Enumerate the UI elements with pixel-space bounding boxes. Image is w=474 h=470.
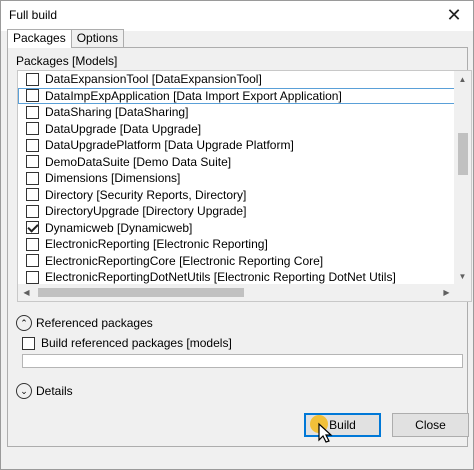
referenced-packages-label: Referenced packages xyxy=(36,316,153,330)
list-item[interactable]: DemoDataSuite [Demo Data Suite] xyxy=(18,154,455,171)
close-icon[interactable]: ✕ xyxy=(443,5,465,27)
vertical-scroll-thumb[interactable] xyxy=(458,133,468,175)
package-label: DataSharing [DataSharing] xyxy=(45,105,189,120)
list-item[interactable]: DataUpgrade [Data Upgrade] xyxy=(18,121,455,138)
scrollbar-corner xyxy=(454,284,471,301)
checkbox[interactable] xyxy=(26,72,39,86)
checked-checkbox[interactable] xyxy=(26,221,39,235)
window-title: Full build xyxy=(9,8,58,22)
chevron-up-icon: ⌃ xyxy=(16,315,32,331)
build-referenced-label: Build referenced packages [models] xyxy=(41,336,232,350)
scroll-up-icon[interactable]: ▲ xyxy=(454,71,471,88)
packages-group-label: Packages [Models] xyxy=(16,54,118,68)
checkbox[interactable] xyxy=(26,171,39,185)
scroll-left-icon[interactable]: ◀ xyxy=(18,284,35,301)
vertical-scrollbar[interactable]: ▲ ▼ xyxy=(454,71,471,285)
scroll-right-icon[interactable]: ▶ xyxy=(438,284,455,301)
package-label: ElectronicReporting [Electronic Reportin… xyxy=(45,237,268,252)
list-item[interactable]: DataSharing [DataSharing] xyxy=(18,104,455,121)
scroll-down-icon[interactable]: ▼ xyxy=(454,268,471,285)
tab-packages[interactable]: Packages xyxy=(7,29,72,48)
checkbox[interactable] xyxy=(26,188,39,202)
checkbox[interactable] xyxy=(26,105,39,119)
checkbox[interactable] xyxy=(26,138,39,152)
checkbox[interactable] xyxy=(26,270,39,284)
package-label: DirectoryUpgrade [Directory Upgrade] xyxy=(45,204,247,219)
checkbox[interactable] xyxy=(26,254,39,268)
package-label: ElectronicReportingDotNetUtils [Electron… xyxy=(45,270,396,285)
package-label: ElectronicReportingCore [Electronic Repo… xyxy=(45,253,324,268)
checkbox[interactable] xyxy=(26,89,39,103)
package-label: DataExpansionTool [DataExpansionTool] xyxy=(45,72,262,87)
full-build-dialog: Full build ✕ Packages Options Packages [… xyxy=(0,0,474,470)
packages-list[interactable]: DataExpansionTool [DataExpansionTool] Dat… xyxy=(17,70,472,302)
packages-panel: Packages [Models] DataExpansionTool [Dat… xyxy=(7,47,472,447)
package-label: DataUpgradePlatform [Data Upgrade Platfo… xyxy=(45,138,294,153)
details-label: Details xyxy=(36,384,73,398)
checkbox[interactable] xyxy=(26,155,39,169)
referenced-packages-expander[interactable]: ⌃ Referenced packages xyxy=(16,315,153,331)
package-label: Directory [Security Reports, Directory] xyxy=(45,187,247,202)
checkbox[interactable] xyxy=(26,122,39,136)
referenced-packages-textbox[interactable] xyxy=(22,354,463,368)
list-item[interactable]: DataImpExpApplication [Data Import Expor… xyxy=(18,87,455,104)
tab-options[interactable]: Options xyxy=(70,29,125,47)
checkbox[interactable] xyxy=(26,237,39,251)
package-label: Dimensions [Dimensions] xyxy=(45,171,181,186)
list-item[interactable]: DirectoryUpgrade [Directory Upgrade] xyxy=(18,203,455,220)
checkbox[interactable] xyxy=(26,204,39,218)
horizontal-scroll-thumb[interactable] xyxy=(38,288,244,297)
packages-list-rows: DataExpansionTool [DataExpansionTool] Dat… xyxy=(18,71,455,286)
package-label: DataImpExpApplication [Data Import Expor… xyxy=(45,88,342,103)
build-referenced-checkbox[interactable] xyxy=(22,336,35,350)
list-item[interactable]: DataExpansionTool [DataExpansionTool] xyxy=(18,71,455,88)
mouse-pointer-icon xyxy=(310,415,333,443)
tab-strip: Packages Options xyxy=(7,29,125,48)
list-item[interactable]: ElectronicReporting [Electronic Reportin… xyxy=(18,236,455,253)
list-item[interactable]: ElectronicReportingCore [Electronic Repo… xyxy=(18,253,455,270)
close-button[interactable]: Close xyxy=(392,413,469,437)
list-item[interactable]: DataUpgradePlatform [Data Upgrade Platfo… xyxy=(18,137,455,154)
list-item[interactable]: Dimensions [Dimensions] xyxy=(18,170,455,187)
build-referenced-packages-option[interactable]: Build referenced packages [models] xyxy=(22,336,232,350)
package-label: DemoDataSuite [Demo Data Suite] xyxy=(45,154,232,169)
details-expander[interactable]: ⌄ Details xyxy=(16,383,73,399)
list-item[interactable]: Directory [Security Reports, Directory] xyxy=(18,187,455,204)
list-item[interactable]: Dynamicweb [Dynamicweb] xyxy=(18,220,455,237)
title-bar: Full build ✕ xyxy=(1,1,473,31)
chevron-down-icon: ⌄ xyxy=(16,383,32,399)
horizontal-scrollbar[interactable]: ◀ ▶ xyxy=(18,284,455,301)
package-label: Dynamicweb [Dynamicweb] xyxy=(45,220,193,235)
package-label: DataUpgrade [Data Upgrade] xyxy=(45,121,202,136)
